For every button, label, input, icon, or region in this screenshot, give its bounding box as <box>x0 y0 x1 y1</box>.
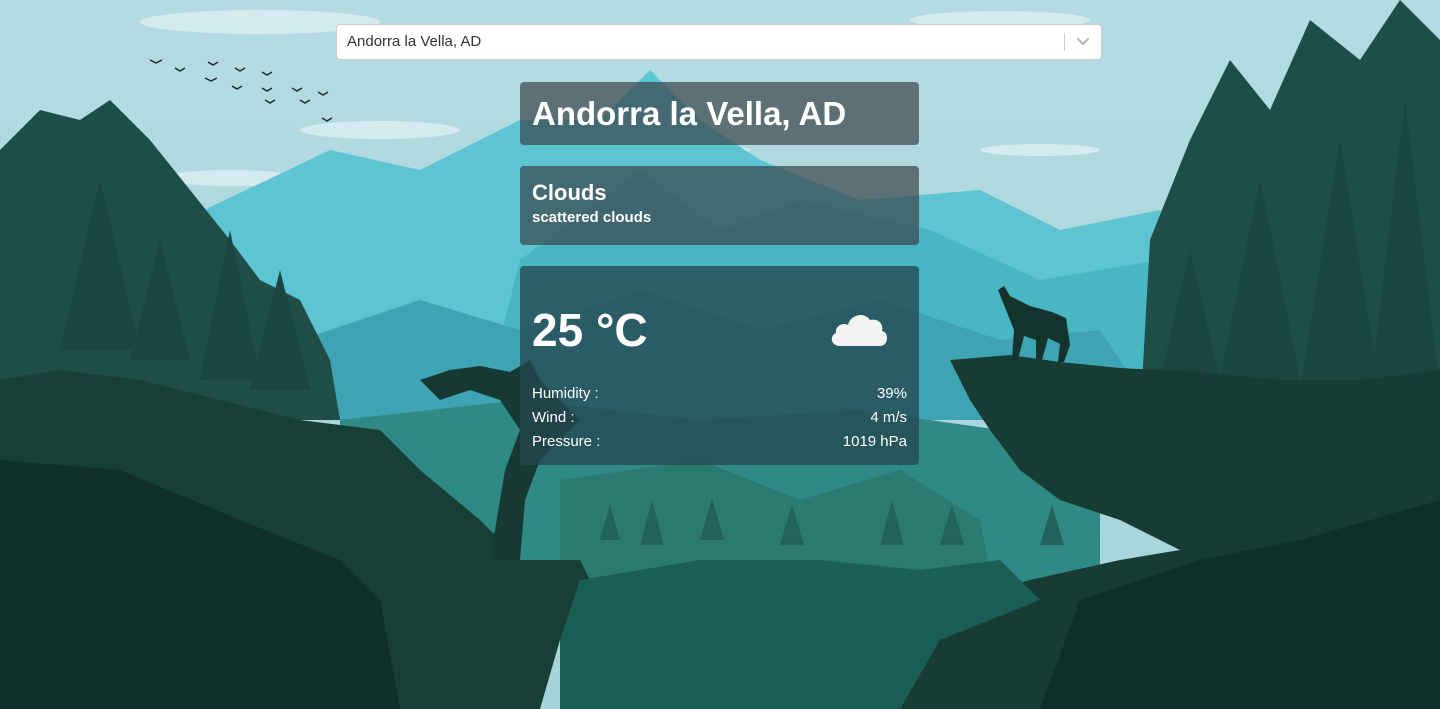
humidity-value: 39% <box>876 385 907 402</box>
selected-city-value: Andorra la Vella, AD <box>347 33 482 50</box>
humidity-label: Humidity : <box>532 385 599 402</box>
chevron-down-icon[interactable] <box>1073 33 1093 51</box>
humidity-row: Humidity : 39% <box>532 382 907 406</box>
temperature-value: 25 °C <box>532 304 648 356</box>
location-title: Andorra la Vella, AD <box>532 95 847 132</box>
wind-value: 4 m/s <box>870 409 907 426</box>
pressure-row: Pressure : 1019 hPa <box>532 430 907 454</box>
select-separator <box>1064 33 1065 51</box>
wind-label: Wind : <box>532 409 575 426</box>
condition-main: Clouds <box>532 180 607 205</box>
weather-app: Andorra la Vella, AD Andorra la Vella, A… <box>0 0 1440 709</box>
wind-row: Wind : 4 m/s <box>532 406 907 430</box>
temperature-card: 25 °C Humidity : 39% Wind : 4 m/s Pressu… <box>520 266 919 465</box>
location-card: Andorra la Vella, AD <box>520 82 919 145</box>
city-search-select[interactable]: Andorra la Vella, AD <box>336 24 1102 60</box>
pressure-value: 1019 hPa <box>842 433 907 450</box>
pressure-label: Pressure : <box>532 433 601 450</box>
condition-card: Clouds scattered clouds <box>520 166 919 245</box>
weather-details: Humidity : 39% Wind : 4 m/s Pressure : 1… <box>532 382 907 454</box>
cloud-icon <box>828 306 890 352</box>
condition-description: scattered clouds <box>532 209 652 226</box>
